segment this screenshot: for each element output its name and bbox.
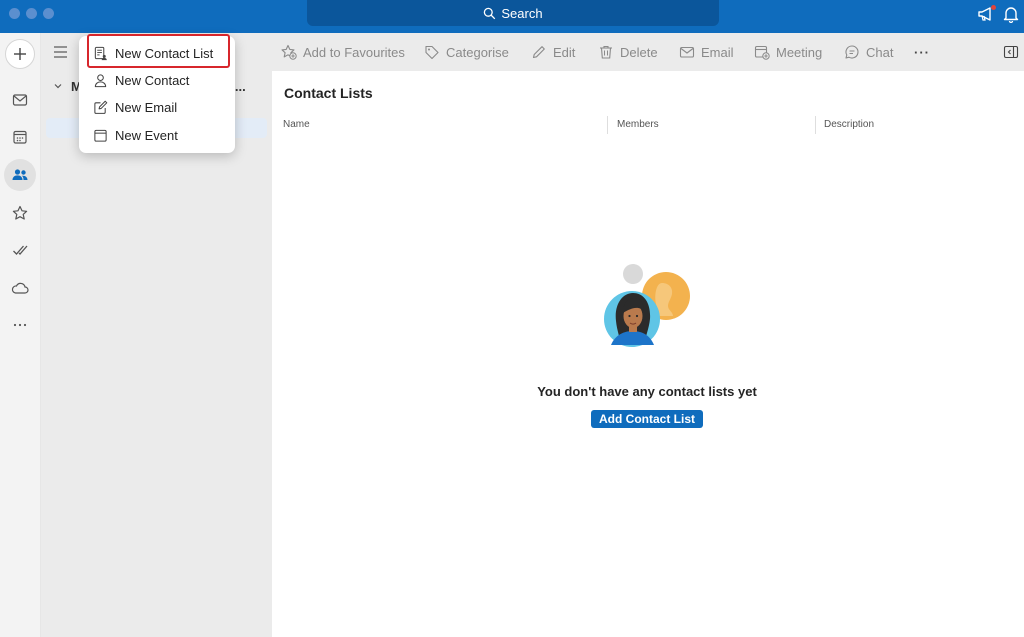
star-icon[interactable] [10, 203, 30, 223]
search-label: Search [501, 5, 543, 21]
close-window-button[interactable] [9, 8, 20, 19]
compose-icon [93, 100, 108, 115]
notification-dot [991, 5, 996, 10]
toolbar: Add to Favourites Categorise Edit Delete… [272, 33, 1024, 71]
navigation-rail [0, 33, 41, 637]
mail-icon [679, 44, 695, 60]
more-options-label: ··· [914, 44, 930, 60]
column-header-members[interactable]: Members [617, 119, 659, 130]
new-item-button[interactable] [5, 39, 35, 69]
tag-icon [424, 44, 440, 60]
add-to-favourites-button[interactable]: Add to Favourites [281, 44, 405, 60]
add-contact-list-button[interactable]: Add Contact List [591, 410, 703, 428]
highlight-box [87, 34, 230, 68]
calendar-add-icon [754, 44, 770, 60]
chat-button[interactable]: Chat [844, 44, 893, 60]
star-add-icon [281, 44, 297, 60]
pencil-icon [531, 44, 547, 60]
megaphone-icon[interactable] [977, 5, 996, 23]
calendar-icon[interactable] [10, 127, 30, 147]
plus-icon [13, 47, 27, 61]
menu-item-new-email[interactable]: New Email [79, 94, 235, 121]
email-label: Email [701, 44, 734, 60]
menu-item-label: New Email [115, 100, 178, 115]
folder-group-truncation: ... [234, 78, 246, 94]
delete-button[interactable]: Delete [598, 44, 658, 60]
meeting-label: Meeting [776, 44, 823, 60]
checkmark-icon[interactable] [10, 240, 30, 260]
trash-icon [598, 44, 614, 60]
edit-label: Edit [553, 44, 576, 60]
cloud-icon[interactable] [10, 278, 30, 298]
more-options-button[interactable]: ··· [914, 44, 930, 60]
menu-item-label: New Contact [115, 73, 190, 88]
zoom-window-button[interactable] [43, 8, 54, 19]
categorise-label: Categorise [446, 44, 509, 60]
menu-item-label: New Event [115, 128, 178, 143]
minimize-window-button[interactable] [26, 8, 37, 19]
mail-icon[interactable] [10, 90, 30, 110]
collapse-pane-icon[interactable] [1003, 44, 1019, 60]
person-icon [93, 73, 108, 88]
categorise-button[interactable]: Categorise [424, 44, 509, 60]
column-divider [607, 116, 608, 134]
hamburger-menu-icon[interactable] [53, 45, 69, 59]
people-icon[interactable] [4, 159, 36, 191]
search-icon [483, 7, 496, 20]
menu-item-new-event[interactable]: New Event [79, 122, 235, 149]
page-title: Contact Lists [284, 85, 373, 101]
delete-label: Delete [620, 44, 658, 60]
empty-state-message: You don't have any contact lists yet [537, 384, 757, 399]
more-icon[interactable] [10, 315, 30, 335]
meeting-button[interactable]: Meeting [754, 44, 822, 60]
title-bar: Search [0, 0, 1024, 33]
chevron-down-icon [53, 81, 63, 91]
contact-lists-panel: Contact Lists Name Members Description Y… [272, 71, 1022, 637]
column-header-description[interactable]: Description [824, 119, 874, 130]
search-box[interactable]: Search [307, 0, 719, 26]
column-header-name[interactable]: Name [283, 119, 310, 130]
bell-icon[interactable] [1002, 5, 1020, 23]
email-button[interactable]: Email [679, 44, 734, 60]
menu-item-new-contact[interactable]: New Contact [79, 67, 235, 94]
edit-button[interactable]: Edit [531, 44, 575, 60]
chat-label: Chat [866, 44, 894, 60]
chat-icon [844, 44, 860, 60]
column-divider [815, 116, 816, 134]
empty-state-illustration [602, 261, 692, 351]
add-to-favourites-label: Add to Favourites [303, 44, 405, 60]
calendar-icon [93, 128, 108, 143]
